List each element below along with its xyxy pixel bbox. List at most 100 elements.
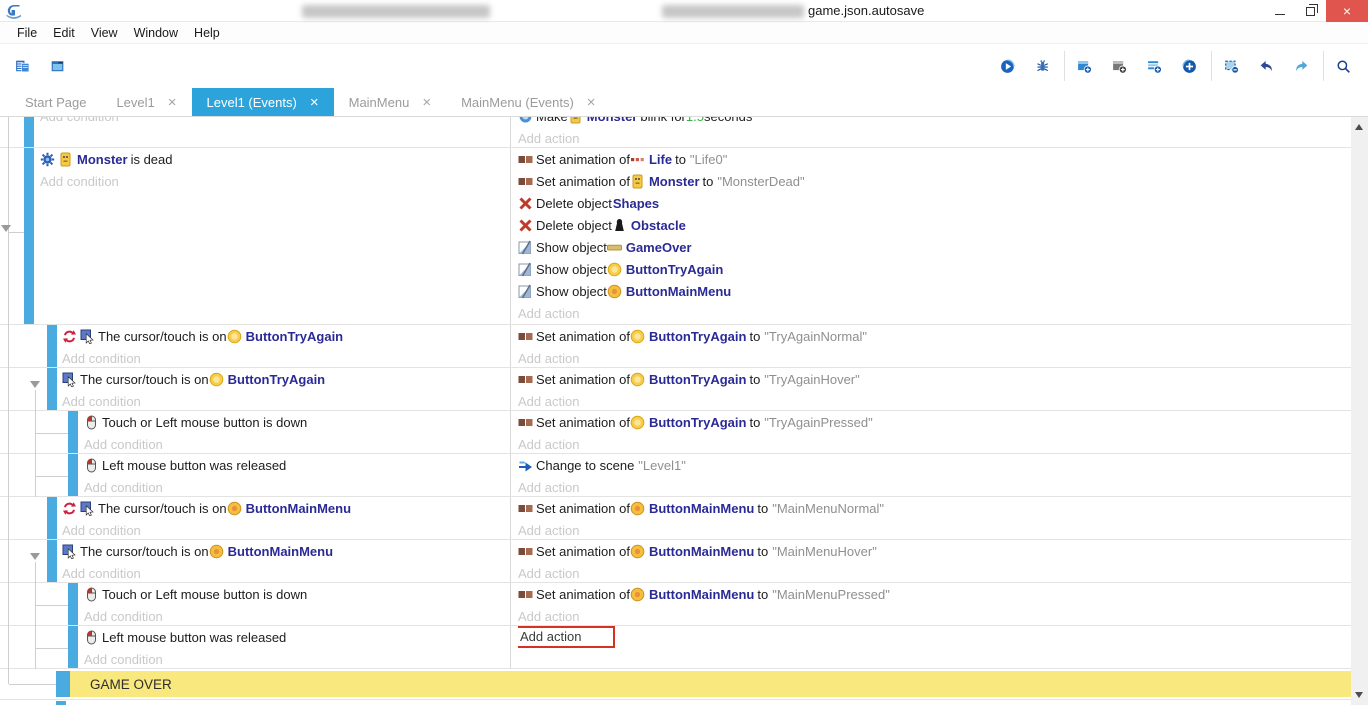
action-line[interactable]: Set animation of ButtonMainMenu to "Main… <box>518 583 1351 605</box>
action-line[interactable]: Show object ButtonMainMenu <box>518 280 1351 302</box>
action-line[interactable]: Set animation of ButtonMainMenu to "Main… <box>518 540 1351 562</box>
add-event-button[interactable] <box>1068 48 1103 84</box>
conditions-cell[interactable]: Left mouse button was released Add condit… <box>0 626 510 668</box>
event-monster-is-dead[interactable]: Monster is dead Add condition Set animatio… <box>0 147 1351 324</box>
actions-cell[interactable]: Set animation of Life to "Life0"Set anim… <box>510 148 1351 324</box>
action-line[interactable]: Set animation of ButtonTryAgain to "TryA… <box>518 411 1351 433</box>
actions-cell[interactable]: Set animation of ButtonMainMenu to "Main… <box>510 540 1351 582</box>
action-line[interactable]: Set animation of Monster to "MonsterDead… <box>518 170 1351 192</box>
event-released-tryagain[interactable]: Left mouse button was released Add condit… <box>0 453 1351 496</box>
conditions-cell[interactable]: Add condition <box>0 117 510 147</box>
conditions-cell[interactable]: The cursor/touch is on ButtonTryAgain Add… <box>0 368 510 410</box>
restore-button[interactable] <box>1295 0 1326 22</box>
event-cursor-on-mainmenu-inverted[interactable]: The cursor/touch is on ButtonMainMenu Add… <box>0 496 1351 539</box>
action-line[interactable]: Change to scene "Level1" <box>518 454 1351 476</box>
tab-close-icon[interactable]: × <box>310 95 319 110</box>
menu-view[interactable]: View <box>83 26 126 40</box>
conditions-cell[interactable]: Touch or Left mouse button is down Add co… <box>0 583 510 625</box>
add-condition-button[interactable]: Add condition <box>62 566 141 581</box>
close-button[interactable]: × <box>1326 0 1368 22</box>
remove-event-button[interactable] <box>1215 48 1250 84</box>
tab-mainmenu[interactable]: MainMenu× <box>334 88 446 116</box>
add-action-button[interactable]: Add action <box>518 437 579 452</box>
add-condition-button[interactable]: Add condition <box>62 523 141 538</box>
conditions-cell[interactable]: The cursor/touch is on ButtonMainMenu Add… <box>0 497 510 539</box>
tab-close-icon[interactable]: × <box>168 95 177 110</box>
add-condition-button[interactable]: Add condition <box>62 351 141 366</box>
action-line[interactable]: Show object GameOver <box>518 236 1351 258</box>
menu-edit[interactable]: Edit <box>45 26 83 40</box>
search-button[interactable] <box>1327 48 1362 84</box>
condition-line[interactable]: The cursor/touch is on ButtonMainMenu <box>62 540 510 562</box>
expand-toggle-icon[interactable] <box>1 225 11 232</box>
menu-file[interactable]: File <box>9 26 45 40</box>
undo-button[interactable] <box>1250 48 1285 84</box>
tab-level1[interactable]: Level1× <box>101 88 191 116</box>
conditions-cell[interactable]: The cursor/touch is on ButtonMainMenu Add… <box>0 540 510 582</box>
debug-button[interactable] <box>1026 48 1061 84</box>
condition-line[interactable]: Touch or Left mouse button is down <box>84 411 510 433</box>
condition-line[interactable]: Touch or Left mouse button is down <box>84 583 510 605</box>
add-condition-button[interactable]: Add condition <box>84 652 163 667</box>
action-line[interactable]: Show object ButtonTryAgain <box>518 258 1351 280</box>
add-action-button[interactable]: Add action <box>518 394 579 409</box>
add-action-button[interactable]: Add action <box>518 626 615 648</box>
event-cursor-on-mainmenu[interactable]: The cursor/touch is on ButtonMainMenu Add… <box>0 539 1351 582</box>
actions-cell[interactable]: Set animation of ButtonTryAgain to "TryA… <box>510 411 1351 453</box>
condition-line[interactable]: The cursor/touch is on ButtonTryAgain <box>62 325 510 347</box>
event-make-blink[interactable]: Add condition Make Monster blink for 1.5 … <box>0 117 1351 147</box>
action-line[interactable]: Set animation of ButtonTryAgain to "TryA… <box>518 325 1351 347</box>
menu-help[interactable]: Help <box>186 26 228 40</box>
scroll-up-icon[interactable] <box>1355 124 1363 130</box>
condition-line[interactable]: Left mouse button was released <box>84 454 510 476</box>
condition-line[interactable]: The cursor/touch is on ButtonTryAgain <box>62 368 510 390</box>
event-released-mainmenu[interactable]: Left mouse button was released Add condit… <box>0 625 1351 668</box>
add-condition-button[interactable]: Add condition <box>40 174 119 189</box>
conditions-cell[interactable]: Touch or Left mouse button is down Add co… <box>0 411 510 453</box>
tab-close-icon[interactable]: × <box>422 95 431 110</box>
condition-line[interactable]: The cursor/touch is on ButtonMainMenu <box>62 497 510 519</box>
add-condition-button[interactable]: Add condition <box>40 117 119 124</box>
event-cursor-on-tryagain-inverted[interactable]: The cursor/touch is on ButtonTryAgain Add… <box>0 324 1351 367</box>
actions-cell[interactable]: Make Monster blink for 1.5 seconds Add ac… <box>510 117 1351 147</box>
conditions-cell[interactable]: Monster is dead Add condition <box>0 148 510 324</box>
actions-cell[interactable]: Set animation of ButtonTryAgain to "TryA… <box>510 368 1351 410</box>
redo-button[interactable] <box>1285 48 1320 84</box>
expand-toggle-icon[interactable] <box>30 381 40 388</box>
add-action-button[interactable]: Add action <box>518 351 579 366</box>
tab-close-icon[interactable]: × <box>587 95 596 110</box>
action-line[interactable]: Set animation of ButtonMainMenu to "Main… <box>518 497 1351 519</box>
comment-game-over[interactable]: GAME OVER <box>0 668 1351 699</box>
add-action-button[interactable]: Add action <box>518 609 579 624</box>
add-action-button[interactable]: Add action <box>518 306 579 321</box>
action-line[interactable]: Make Monster blink for 1.5 seconds <box>518 117 1351 127</box>
condition-line[interactable]: Left mouse button was released <box>84 626 510 648</box>
add-action-button[interactable]: Add action <box>518 480 579 495</box>
actions-cell[interactable]: Change to scene "Level1" Add action <box>510 454 1351 496</box>
add-condition-button[interactable]: Add condition <box>84 480 163 495</box>
action-line[interactable]: Set animation of ButtonTryAgain to "TryA… <box>518 368 1351 390</box>
actions-cell[interactable]: Set animation of ButtonMainMenu to "Main… <box>510 497 1351 539</box>
actions-cell[interactable]: Add action <box>510 626 1351 668</box>
action-line[interactable]: Delete object Shapes <box>518 192 1351 214</box>
actions-cell[interactable]: Set animation of ButtonTryAgain to "TryA… <box>510 325 1351 367</box>
add-circle-button[interactable] <box>1173 48 1208 84</box>
project-manager-button[interactable] <box>6 48 41 84</box>
vertical-scrollbar[interactable] <box>1351 117 1368 705</box>
add-action-button[interactable]: Add action <box>518 131 579 146</box>
event-cursor-on-tryagain[interactable]: The cursor/touch is on ButtonTryAgain Add… <box>0 367 1351 410</box>
add-condition-button[interactable]: Add condition <box>84 609 163 624</box>
minimize-button[interactable] <box>1264 0 1295 22</box>
add-condition-button[interactable]: Add condition <box>84 437 163 452</box>
expand-toggle-icon[interactable] <box>30 553 40 560</box>
event-touch-down-mainmenu[interactable]: Touch or Left mouse button is down Add co… <box>0 582 1351 625</box>
scene-window-button[interactable] <box>41 48 76 84</box>
scroll-down-icon[interactable] <box>1355 692 1363 698</box>
condition-line[interactable]: Monster is dead <box>40 148 510 170</box>
add-condition-button[interactable]: Add condition <box>62 394 141 409</box>
add-comment-button[interactable] <box>1138 48 1173 84</box>
actions-cell[interactable]: Set animation of ButtonMainMenu to "Main… <box>510 583 1351 625</box>
add-action-button[interactable]: Add action <box>518 566 579 581</box>
add-action-button[interactable]: Add action <box>518 523 579 538</box>
action-line[interactable]: Set animation of Life to "Life0" <box>518 148 1351 170</box>
